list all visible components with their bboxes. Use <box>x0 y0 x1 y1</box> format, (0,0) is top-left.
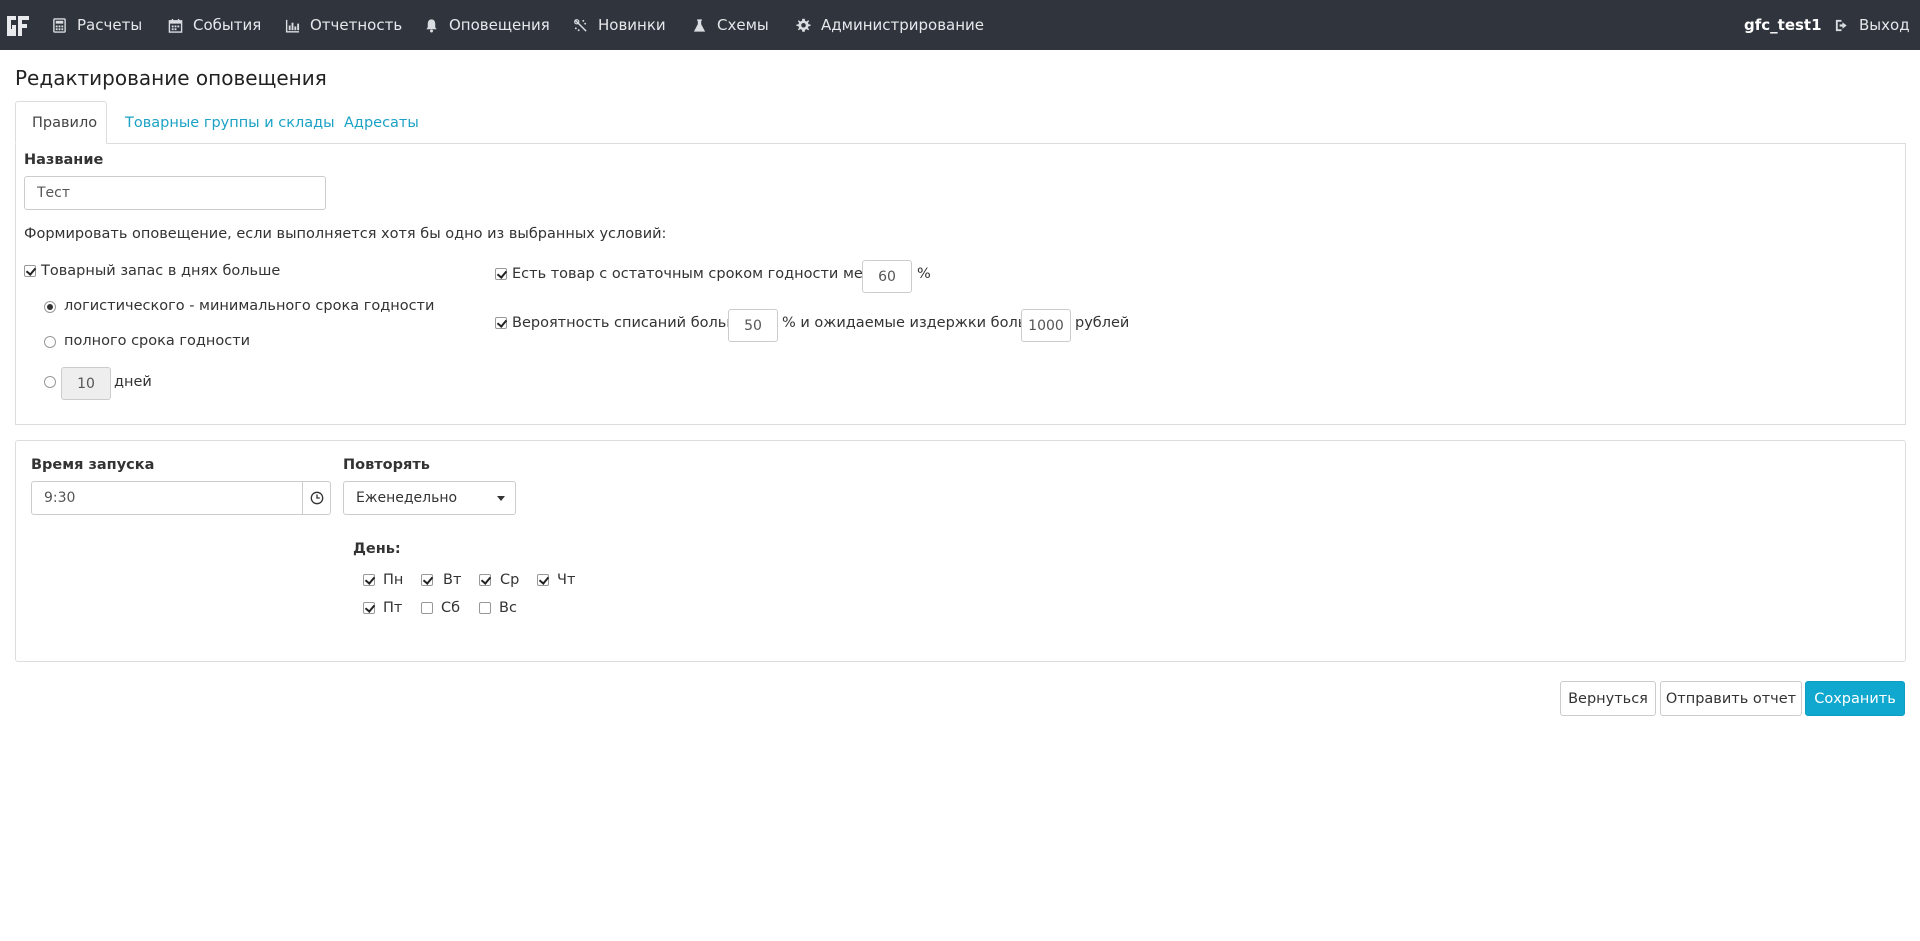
day-checkbox-wed[interactable] <box>479 574 491 586</box>
day-label-sat: Сб <box>441 600 461 616</box>
nav-item-label: Администрирование <box>821 16 985 34</box>
nav-item-events[interactable]: События <box>168 0 261 50</box>
flask-icon <box>693 18 706 32</box>
day-label-fri: Пт <box>383 600 403 616</box>
full-shelf-life-radio[interactable] <box>44 336 56 348</box>
send-report-button[interactable]: Отправить отчет <box>1660 681 1802 716</box>
logistic-shelf-life-label: логистического - минимального срока годн… <box>64 298 435 314</box>
save-button[interactable]: Сохранить <box>1805 681 1905 716</box>
nav-item-label: Схемы <box>717 16 769 34</box>
tab-product-groups[interactable]: Товарные группы и склады <box>109 101 351 144</box>
nav-item-novelties[interactable]: Новинки <box>573 0 666 50</box>
day-checkbox-thu[interactable] <box>537 574 549 586</box>
day-label-tue: Вт <box>443 572 462 588</box>
nav-item-notifications[interactable]: Оповещения <box>424 0 550 50</box>
top-navbar: GF Расчеты События Отчетность Оповещения… <box>0 0 1920 50</box>
nav-item-administration[interactable]: Администрирование <box>796 0 984 50</box>
logout-label: Выход <box>1859 16 1910 34</box>
nav-item-schemes[interactable]: Схемы <box>692 0 769 50</box>
day-checkbox-mon[interactable] <box>363 574 375 586</box>
shelf-life-percent-input[interactable] <box>862 260 912 293</box>
bar-chart-icon <box>285 19 300 33</box>
writeoff-checkbox[interactable] <box>495 317 507 329</box>
time-picker-button[interactable] <box>303 481 331 515</box>
day-label-mon: Пн <box>383 572 404 588</box>
day-checkbox-sun[interactable] <box>479 602 491 614</box>
calendar-icon <box>168 18 183 33</box>
writeoff-label: Вероятность списаний больше <box>512 315 749 331</box>
logout-icon <box>1835 19 1847 31</box>
tab-recipients[interactable]: Адресаты <box>328 101 435 144</box>
tab-rule[interactable]: Правило <box>15 101 107 144</box>
shelf-life-checkbox[interactable] <box>495 268 507 280</box>
day-checkbox-sat[interactable] <box>421 602 433 614</box>
day-label-wed: Ср <box>500 572 520 588</box>
nav-item-calculations[interactable]: Расчеты <box>52 0 142 50</box>
logistic-shelf-life-radio[interactable] <box>44 301 56 313</box>
nav-item-label: Отчетность <box>310 16 403 34</box>
expected-costs-input[interactable] <box>1021 309 1071 342</box>
days-unit-label: дней <box>114 374 152 390</box>
nav-item-reports[interactable]: Отчетность <box>285 0 402 50</box>
day-label-sun: Вс <box>499 600 517 616</box>
page-title: Редактирование оповещения <box>15 66 327 90</box>
nav-item-label: События <box>193 16 262 34</box>
stock-days-checkbox[interactable] <box>24 265 36 277</box>
repeat-select[interactable]: Еженедельно <box>343 481 516 515</box>
day-label: День: <box>353 541 401 557</box>
schedule-panel <box>15 440 1906 662</box>
writeoff-mid-label: % и ожидаемые издержки больше <box>782 315 1049 331</box>
logout-link[interactable]: Выход <box>1834 0 1910 50</box>
gf-logo[interactable]: GF <box>5 12 31 38</box>
stock-days-label: Товарный запас в днях больше <box>41 263 281 279</box>
shelf-life-label: Есть товар с остаточным сроком годности … <box>512 266 904 282</box>
bell-icon <box>426 18 437 32</box>
nav-item-label: Новинки <box>598 16 666 34</box>
clock-icon <box>310 491 323 505</box>
chevron-down-icon <box>497 496 505 501</box>
start-time-input[interactable] <box>31 481 303 515</box>
full-shelf-life-label: полного срока годности <box>64 333 251 349</box>
day-checkbox-fri[interactable] <box>363 602 375 614</box>
day-label-thu: Чт <box>557 572 576 588</box>
gear-icon <box>796 18 811 32</box>
custom-days-input[interactable] <box>61 367 111 400</box>
expected-costs-unit: рублей <box>1075 315 1130 331</box>
name-input[interactable] <box>24 176 326 210</box>
calculator-icon <box>53 17 66 33</box>
name-label: Название <box>24 152 104 168</box>
back-button[interactable]: Вернуться <box>1560 681 1656 716</box>
repeat-selected-value: Еженедельно <box>356 490 458 506</box>
nav-item-label: Расчеты <box>77 16 143 34</box>
nav-item-label: Оповещения <box>449 16 550 34</box>
repeat-label: Повторять <box>343 457 430 473</box>
custom-days-radio[interactable] <box>44 376 56 388</box>
condition-text: Формировать оповещение, если выполняется… <box>24 226 667 242</box>
writeoff-probability-input[interactable] <box>728 309 778 342</box>
start-time-label: Время запуска <box>31 457 155 473</box>
shelf-life-percent-unit: % <box>917 266 931 282</box>
day-checkbox-tue[interactable] <box>421 574 433 586</box>
current-user[interactable]: gfc_test1 <box>1744 0 1822 50</box>
sparkle-icon <box>574 18 587 32</box>
